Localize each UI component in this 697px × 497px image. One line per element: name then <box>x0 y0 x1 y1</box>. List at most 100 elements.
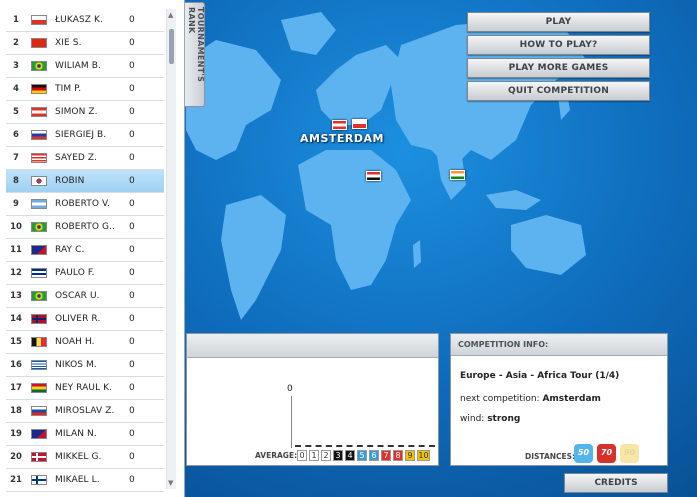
rank-position: 3 <box>13 61 19 71</box>
rank-position: 19 <box>10 429 22 439</box>
rank-row[interactable]: 5 SIMON Z. 0 <box>6 101 164 124</box>
map-flag-poland-marker[interactable] <box>352 119 367 129</box>
rank-row[interactable]: 10 ROBERTO G.. 0 <box>6 216 164 239</box>
tournament-rank-tab-label: TOURNAMENT'S RANK <box>187 7 205 83</box>
player-score: 0 <box>129 360 135 370</box>
player-name: OSCAR U. <box>55 291 100 301</box>
rank-row[interactable]: 3 WILIAM B. 0 <box>6 55 164 78</box>
player-score: 0 <box>129 383 135 393</box>
rank-position: 20 <box>10 452 22 462</box>
rank-row[interactable]: 14 OLIVER R. 0 <box>6 308 164 331</box>
next-competition-value: Amsterdam <box>542 394 601 404</box>
continent-greenland <box>281 12 336 55</box>
rank-row[interactable]: 6 SIERGIEJ B. 0 <box>6 124 164 147</box>
rank-row[interactable]: 7 SAYED Z. 0 <box>6 147 164 170</box>
rank-row[interactable]: 18 MIROSLAV Z. 0 <box>6 400 164 423</box>
player-name: XIE S. <box>55 38 82 48</box>
rank-row[interactable]: 8 ROBIN 0 <box>6 170 164 193</box>
wind-line: wind: strong <box>460 414 520 424</box>
rank-row[interactable]: 4 TIM P. 0 <box>6 78 164 101</box>
rank-row[interactable]: 13 OSCAR U. 0 <box>6 285 164 308</box>
korea-flag-icon <box>31 176 47 186</box>
player-score: 0 <box>129 475 135 485</box>
player-name: PAULO F. <box>55 268 95 278</box>
continent-south-america <box>221 195 286 320</box>
player-name: MILAN N. <box>55 429 97 439</box>
rank-row[interactable]: 1 ŁUKASZ K. 0 <box>6 9 164 32</box>
average-box: 8 <box>393 450 403 461</box>
rank-row[interactable]: 16 NIKOS M. 0 <box>6 354 164 377</box>
player-score: 0 <box>129 15 135 25</box>
continent-australia <box>511 215 586 275</box>
rank-position: 6 <box>13 130 19 140</box>
next-competition-line: next competition: Amsterdam <box>460 394 601 404</box>
rank-row[interactable]: 2 XIE S. 0 <box>6 32 164 55</box>
rank-position: 16 <box>10 360 22 370</box>
rank-position: 10 <box>10 222 22 232</box>
rank-position: 14 <box>10 314 22 324</box>
rank-position: 4 <box>13 84 19 94</box>
map-flag-egypt-marker[interactable] <box>366 171 381 181</box>
scroll-down-icon[interactable]: ▼ <box>168 479 173 487</box>
scroll-up-icon[interactable]: ▲ <box>168 11 173 19</box>
map-flag-austria-marker[interactable] <box>332 120 347 130</box>
rank-position: 12 <box>10 268 22 278</box>
australia-flag-icon <box>31 245 47 255</box>
rank-row[interactable]: 9 ROBERTO V. 0 <box>6 193 164 216</box>
player-name: MIROSLAV Z. <box>55 406 115 416</box>
game-stage: AMSTERDAM PLAY HOW TO PLAY? PLAY MORE GA… <box>0 0 697 497</box>
quit-competition-button[interactable]: QUIT COMPETITION <box>467 81 650 101</box>
player-score: 0 <box>129 199 135 209</box>
average-box: 2 <box>321 450 331 461</box>
norway-flag-icon <box>31 314 47 324</box>
rank-row[interactable]: 20 MIKKEL G. 0 <box>6 446 164 469</box>
continent-africa <box>298 150 411 290</box>
results-panel: 0 AVERAGE: 0 1 2 3 4 5 6 7 8 9 10 <box>186 333 439 466</box>
rank-position: 8 <box>13 176 19 186</box>
belgium-flag-icon <box>31 337 47 347</box>
player-score: 0 <box>129 153 135 163</box>
player-score: 0 <box>129 406 135 416</box>
rank-row[interactable]: 11 RAY C. 0 <box>6 239 164 262</box>
brazil-flag-icon <box>31 222 47 232</box>
rank-position: 13 <box>10 291 22 301</box>
rank-row[interactable]: 19 MILAN N. 0 <box>6 423 164 446</box>
player-score: 0 <box>129 245 135 255</box>
player-score: 0 <box>129 130 135 140</box>
australia-flag-icon <box>31 429 47 439</box>
average-box: 0 <box>297 450 307 461</box>
average-box: 3 <box>333 450 343 461</box>
tournament-rank-tab[interactable]: TOURNAMENT'S RANK <box>185 2 205 107</box>
player-score: 0 <box>129 61 135 71</box>
player-score: 0 <box>129 176 135 186</box>
germany-flag-icon <box>31 84 47 94</box>
scroll-thumb[interactable] <box>169 29 174 64</box>
play-more-games-button[interactable]: PLAY MORE GAMES <box>467 58 650 78</box>
average-box: 6 <box>369 450 379 461</box>
average-box: 9 <box>405 450 415 461</box>
rank-row[interactable]: 15 NOAH H. 0 <box>6 331 164 354</box>
player-name: NOAH H. <box>55 337 95 347</box>
player-name: MIKKEL G. <box>55 452 102 462</box>
play-button[interactable]: PLAY <box>467 12 650 32</box>
rank-row[interactable]: 21 MIKAEL L. 0 <box>6 469 164 492</box>
player-name: ROBERTO G.. <box>55 222 116 232</box>
average-box: 10 <box>417 450 430 461</box>
player-score: 0 <box>129 291 135 301</box>
rank-row[interactable]: 17 NEY RAUL K. 0 <box>6 377 164 400</box>
ghana-flag-icon <box>31 383 47 393</box>
rank-row[interactable]: 12 PAULO F. 0 <box>6 262 164 285</box>
credits-button[interactable]: CREDITS <box>564 473 668 493</box>
competition-info-panel: COMPETITION INFO: Europe - Asia - Africa… <box>450 333 668 466</box>
player-name: RAY C. <box>55 245 85 255</box>
player-score: 0 <box>129 452 135 462</box>
how-to-play-button[interactable]: HOW TO PLAY? <box>467 35 650 55</box>
player-score: 0 <box>129 107 135 117</box>
rank-scrollbar[interactable]: ▲ ▼ <box>166 9 176 489</box>
rank-position: 5 <box>13 107 19 117</box>
continent-madagascar <box>413 240 421 268</box>
wind-value: strong <box>487 414 521 424</box>
player-score: 0 <box>129 38 135 48</box>
results-axis-line <box>291 396 292 448</box>
map-flag-india-marker[interactable] <box>450 170 465 180</box>
